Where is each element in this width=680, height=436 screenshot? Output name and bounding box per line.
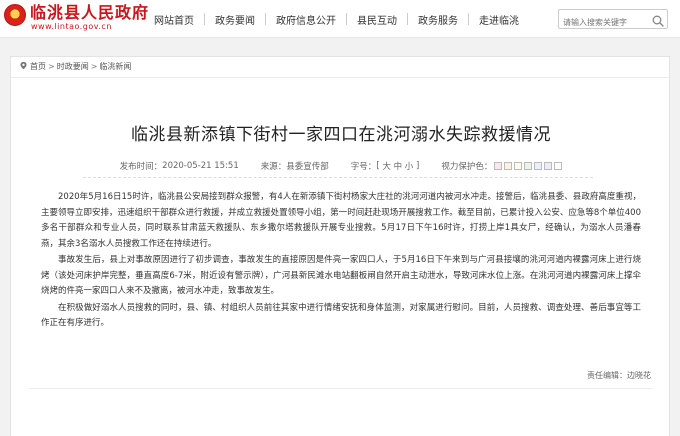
- published-date: 2020-05-21 15:51: [162, 161, 239, 171]
- responsible-editor: 责任编辑：边晓花: [587, 370, 651, 381]
- article-meta: 发布时间： 2020-05-21 15:51 来源： 县委宣传部 字号： [ 大…: [11, 160, 671, 172]
- font-size-small[interactable]: 小: [405, 160, 414, 172]
- nav-item-interaction[interactable]: 县民互动: [357, 12, 397, 27]
- color-swatch[interactable]: [554, 161, 563, 170]
- nav-divider: [204, 13, 205, 25]
- font-size-medium[interactable]: 中: [394, 160, 403, 172]
- search-input[interactable]: [559, 13, 649, 32]
- source-label: 来源：: [260, 162, 287, 172]
- nav-divider: [346, 13, 347, 25]
- site-logo[interactable]: 临洮县人民政府 www.lintao.gov.cn: [4, 3, 149, 32]
- site-url: www.lintao.gov.cn: [31, 22, 112, 31]
- nav-item-info-disclosure[interactable]: 政府信息公开: [276, 12, 336, 27]
- nav-item-about[interactable]: 走进临洮: [479, 12, 519, 27]
- color-swatch[interactable]: [494, 161, 503, 170]
- search-box: [558, 9, 668, 32]
- divider: [29, 388, 653, 389]
- font-size-large[interactable]: 大: [382, 160, 391, 172]
- breadcrumb: 首页 > 时政要闻 > 临洮新闻: [19, 61, 131, 72]
- divider: [11, 77, 671, 78]
- article-title: 临洮县新添镇下街村一家四口在洮河溺水失踪救援情况: [131, 125, 551, 145]
- article-paragraph: 在积极做好溺水人员搜救的同时，县、镇、村组织人员前往其家中进行情绪安抚和身体监测…: [41, 302, 641, 329]
- location-icon: [19, 61, 28, 72]
- breadcrumb-home[interactable]: 首页: [30, 61, 46, 72]
- color-swatch[interactable]: [524, 161, 533, 170]
- breadcrumb-section[interactable]: 时政要闻: [57, 61, 89, 72]
- color-swatch[interactable]: [514, 161, 523, 170]
- source-value: 县委宣传部: [286, 162, 329, 172]
- article-card: 首页 > 时政要闻 > 临洮新闻 临洮县新添镇下街村一家四口在洮河溺水失踪救援情…: [10, 56, 671, 436]
- color-swatch[interactable]: [544, 161, 553, 170]
- divider: [83, 177, 593, 178]
- site-header: 临洮县人民政府 www.lintao.gov.cn 网站首页 政务要闻 政府信息…: [0, 0, 680, 38]
- color-swatch[interactable]: [504, 161, 513, 170]
- breadcrumb-separator: >: [90, 62, 98, 71]
- editor-name: 边晓花: [627, 371, 651, 380]
- main-nav: 网站首页 政务要闻 政府信息公开 县民互动 政务服务 走进临洮: [154, 0, 519, 38]
- nav-divider: [265, 13, 266, 25]
- article-paragraph: 事故发生后，县上对事故原因进行了初步调查，事故发生的直接原因是件亮一家四口人，于…: [41, 255, 641, 296]
- editor-label: 责任编辑：: [587, 371, 627, 380]
- article-paragraph: 2020年5月16日15时许，临洮县公安局接到群众报警，有4人在新添镇下街村杨家…: [41, 192, 641, 249]
- search-icon[interactable]: [651, 13, 665, 27]
- nav-item-home[interactable]: 网站首页: [154, 12, 194, 27]
- nav-divider: [407, 13, 408, 25]
- nav-divider: [468, 13, 469, 25]
- nav-item-services[interactable]: 政务服务: [418, 12, 458, 27]
- site-title: 临洮县人民政府: [30, 3, 150, 22]
- article-body: 2020年5月16日15时许，临洮县公安局接到群众报警，有4人在新添镇下街村杨家…: [41, 190, 641, 333]
- eye-care-color-label: 视力保护色：: [441, 162, 493, 172]
- font-size-label: 字号：: [350, 162, 377, 172]
- font-size-bracket-open: [: [376, 161, 380, 171]
- published-label: 发布时间：: [119, 162, 163, 172]
- breadcrumb-subsection[interactable]: 临洮新闻: [99, 61, 131, 72]
- national-emblem-icon: [4, 4, 26, 26]
- breadcrumb-separator: >: [48, 62, 55, 71]
- eye-care-color-swatches: [492, 161, 563, 171]
- nav-item-news[interactable]: 政务要闻: [215, 12, 255, 27]
- font-size-bracket-close: ]: [416, 161, 420, 171]
- color-swatch[interactable]: [534, 161, 543, 170]
